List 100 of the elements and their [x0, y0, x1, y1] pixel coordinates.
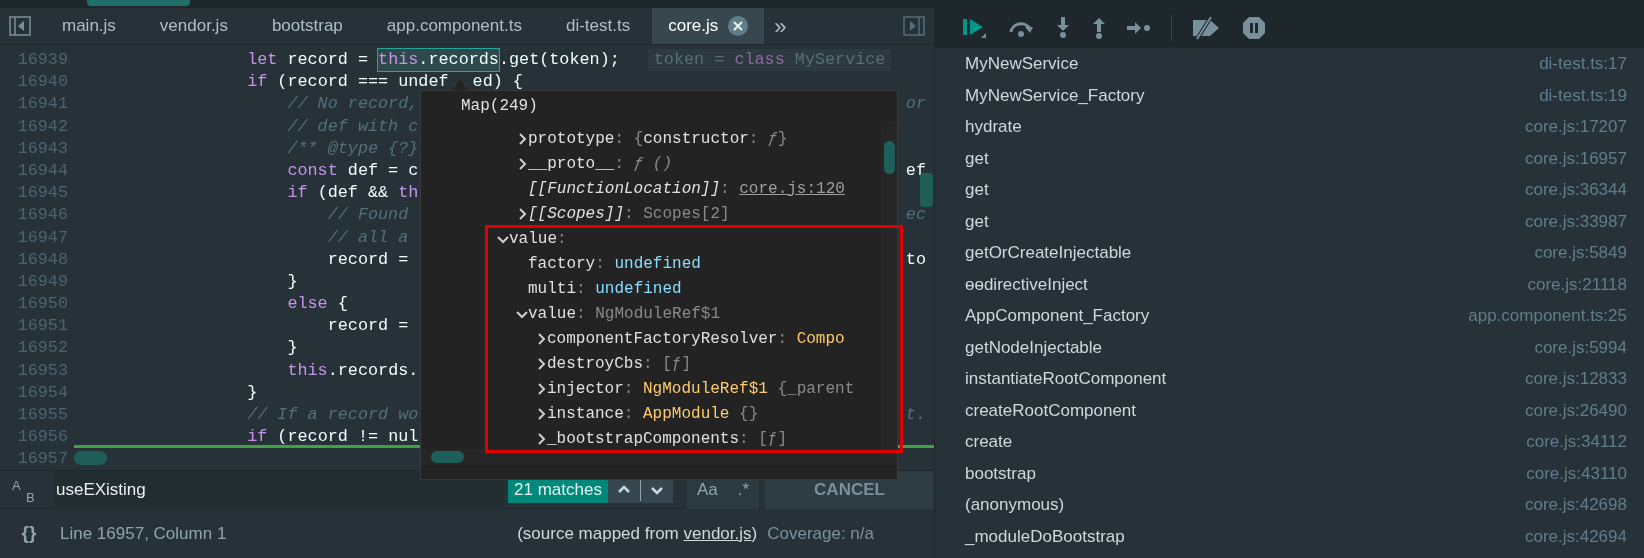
- property-entry[interactable]: multi: undefined: [516, 276, 682, 301]
- scrollbar-thumb[interactable]: [431, 451, 464, 463]
- function-name: ɵɵdirectiveInject: [965, 273, 1088, 296]
- code-text: or: [905, 93, 926, 116]
- property-entry[interactable]: instance: AppModule {}: [535, 401, 759, 426]
- call-frame[interactable]: instantiateRootComponent core.js:12833: [935, 363, 1644, 395]
- line-number: 16941: [16, 93, 69, 116]
- collapsed-caret-icon[interactable]: [516, 157, 528, 170]
- code-text: if (def && th: [286, 182, 419, 205]
- pretty-print-button[interactable]: {}: [14, 519, 44, 548]
- function-name: MyNewService_Factory: [965, 84, 1145, 107]
- step-icon[interactable]: [1127, 21, 1151, 35]
- sidebar-toggle-icon[interactable]: [903, 16, 925, 36]
- file-location: core.js:16957: [1524, 147, 1627, 170]
- property-entry[interactable]: injector: NgModuleRef$1 {_parent: [535, 376, 855, 401]
- file-location: core.js:5849: [1534, 242, 1627, 264]
- file-location: core.js:42698: [1524, 494, 1627, 516]
- line-number: 16955: [16, 404, 69, 426]
- code-text: ef: [905, 159, 926, 182]
- editor-tab[interactable]: app.component.ts: [364, 8, 544, 44]
- function-name: MyNewService: [965, 53, 1079, 75]
- pause-icon[interactable]: [1242, 16, 1266, 40]
- tab-overflow-button[interactable]: »: [774, 9, 787, 43]
- file-location: core.js:34112: [1526, 431, 1627, 453]
- property-entry[interactable]: [[Scopes]]: Scopes[2]: [516, 201, 730, 226]
- call-frame[interactable]: createRootComponent core.js:26490: [935, 394, 1644, 426]
- property-entry[interactable]: destroyCbs: [ƒ]: [535, 351, 692, 376]
- line-number: 16951: [16, 315, 69, 338]
- call-frame[interactable]: MyNewService_Factory di-test.ts:19: [935, 79, 1644, 111]
- replace-toggle[interactable]: A B: [12, 475, 42, 504]
- line-number: 16945: [16, 182, 69, 205]
- function-name: hydrate: [965, 116, 1022, 138]
- function-name: AppComponent_Factory: [965, 305, 1150, 327]
- scrollbar-thumb[interactable]: [74, 451, 107, 465]
- scrollbar-thumb[interactable]: [87, 0, 190, 6]
- editor-tab[interactable]: core.js: [652, 8, 765, 44]
- call-frame[interactable]: getNodeInjectable core.js:5994: [935, 331, 1644, 363]
- scrollbar-thumb[interactable]: [884, 141, 895, 174]
- editor-tab[interactable]: vendor.js: [137, 8, 250, 44]
- line-number: 16948: [16, 248, 69, 271]
- line-number: 16939: [16, 49, 69, 71]
- code-text: // def with c: [286, 115, 419, 138]
- editor-tab[interactable]: main.js: [40, 8, 138, 44]
- collapsed-caret-icon[interactable]: [535, 332, 547, 345]
- line-number: 16953: [16, 359, 69, 382]
- call-frame[interactable]: (anonymous) core.js:42698: [935, 489, 1644, 521]
- collapsed-caret-icon[interactable]: [516, 207, 528, 220]
- file-location: di-test.ts:19: [1539, 84, 1627, 107]
- code-text: let record =: [246, 49, 369, 71]
- property-entry[interactable]: _bootstrapComponents: [ƒ]: [535, 426, 788, 449]
- file-location: core.js:12833: [1524, 368, 1627, 390]
- line-number: 16956: [16, 426, 69, 449]
- collapsed-caret-icon[interactable]: [535, 407, 547, 420]
- property-entry[interactable]: componentFactoryResolver: Compo: [535, 326, 845, 351]
- cursor-position: Line 16957, Column 1: [60, 522, 227, 545]
- file-location: core.js:17207: [1524, 116, 1627, 138]
- source-link[interactable]: vendor.js: [683, 523, 752, 543]
- call-frame[interactable]: get core.js:33987: [935, 205, 1644, 237]
- function-name: getOrCreateInjectable: [965, 242, 1132, 264]
- collapsed-caret-icon[interactable]: [516, 132, 528, 145]
- property-entry[interactable]: __proto__: ƒ (): [516, 151, 673, 176]
- collapsed-caret-icon[interactable]: [535, 382, 547, 395]
- resume-icon[interactable]: [963, 17, 987, 39]
- property-entry[interactable]: value: NgModuleRef$1: [516, 301, 721, 326]
- function-name: get: [965, 210, 989, 233]
- call-frame[interactable]: getOrCreateInjectable core.js:5849: [935, 237, 1644, 269]
- code-text: }: [286, 270, 298, 293]
- code-text: // all a: [326, 226, 409, 249]
- close-icon[interactable]: [728, 16, 749, 36]
- call-frame[interactable]: get core.js:16957: [935, 142, 1644, 174]
- property-entry[interactable]: prototype: {constructor: ƒ}: [516, 126, 788, 151]
- editor-tab[interactable]: di-test.ts: [543, 8, 653, 44]
- code-text: /** @type {?}: [286, 137, 419, 160]
- call-frame[interactable]: create core.js:34112: [935, 426, 1644, 458]
- property-entry[interactable]: value:: [497, 226, 567, 251]
- file-location: core.js:26490: [1524, 399, 1627, 422]
- editor-tab[interactable]: bootstrap: [249, 8, 365, 44]
- scrollbar-thumb[interactable]: [920, 173, 933, 207]
- sidebar-toggle-icon[interactable]: [9, 16, 31, 36]
- call-frame[interactable]: MyNewService di-test.ts:17: [935, 48, 1644, 80]
- line-number: 16944: [16, 159, 69, 182]
- step-out-icon[interactable]: [1091, 17, 1107, 39]
- line-number: 16949: [16, 270, 69, 293]
- search-field[interactable]: useEXisting: [54, 470, 504, 509]
- function-name: (anonymous): [965, 494, 1065, 516]
- call-frame[interactable]: bootstrap core.js:43110: [935, 457, 1644, 489]
- call-frame[interactable]: _moduleDoBootstrap core.js:42694: [935, 520, 1644, 552]
- step-into-icon[interactable]: [1055, 17, 1071, 39]
- call-frame[interactable]: hydrate core.js:17207: [935, 111, 1644, 143]
- line-number: 16957: [16, 448, 69, 470]
- collapsed-caret-icon[interactable]: [535, 357, 547, 370]
- code-text: ed) {: [472, 71, 523, 94]
- call-frame[interactable]: get core.js:36344: [935, 174, 1644, 206]
- code-text: if (record === undef: [246, 71, 449, 94]
- collapsed-caret-icon[interactable]: [535, 432, 547, 445]
- code-text: record =: [326, 315, 409, 338]
- call-frame[interactable]: AppComponent_Factory app.component.ts:25: [935, 300, 1644, 332]
- call-frame[interactable]: ɵɵdirectiveInject core.js:21118: [935, 268, 1644, 300]
- property-entry[interactable]: factory: undefined: [516, 251, 701, 276]
- property-entry[interactable]: [[FunctionLocation]]: core.js:120: [516, 176, 845, 201]
